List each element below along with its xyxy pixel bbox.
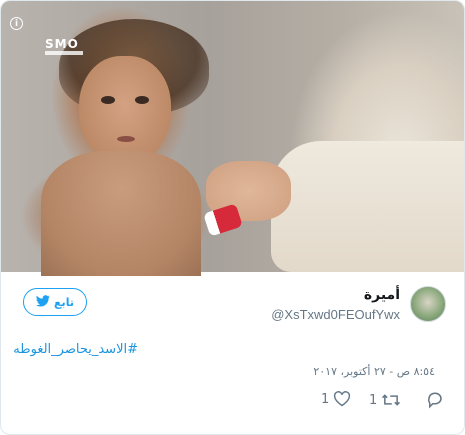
photo-eye-left bbox=[101, 96, 115, 104]
retweet-button[interactable]: 1 bbox=[369, 391, 401, 409]
photo-eye-right bbox=[135, 96, 149, 104]
twitter-bird-icon bbox=[36, 294, 50, 310]
photo-watermark: SMO bbox=[45, 37, 79, 51]
tweet-photo[interactable]: SMO i bbox=[1, 1, 464, 276]
tweet-timestamp[interactable]: ٨:٥٤ ص - ٢٧ أكتوبر، ٢٠١٧ bbox=[313, 365, 435, 378]
tweet-card: SMO i تابع أميرة @XsTxwd0FEOufYwx #الاسد… bbox=[0, 0, 465, 435]
author-handle[interactable]: @XsTxwd0FEOufYwx bbox=[271, 307, 400, 322]
like-count: 1 bbox=[321, 391, 330, 407]
info-icon[interactable]: i bbox=[10, 17, 23, 30]
avatar[interactable] bbox=[410, 286, 446, 322]
tweet-actions: 1 1 bbox=[1, 391, 464, 413]
follow-label: تابع bbox=[54, 295, 74, 309]
heart-icon bbox=[333, 391, 351, 407]
hashtag-link[interactable]: #الاسد_يحاصر_الغوطه bbox=[13, 342, 138, 357]
photo-child-face bbox=[79, 56, 171, 166]
photo-sleeve bbox=[271, 141, 464, 272]
like-button[interactable]: 1 bbox=[321, 391, 351, 407]
retweet-count: 1 bbox=[369, 392, 378, 408]
follow-button[interactable]: تابع bbox=[23, 288, 87, 316]
photo-mouth bbox=[117, 136, 135, 142]
reply-button[interactable] bbox=[426, 391, 444, 409]
photo-child-body bbox=[41, 151, 201, 276]
photo-watermark-subtitle bbox=[45, 51, 83, 55]
reply-icon bbox=[426, 391, 444, 409]
retweet-icon bbox=[381, 391, 401, 409]
author-name[interactable]: أميرة bbox=[364, 287, 400, 303]
